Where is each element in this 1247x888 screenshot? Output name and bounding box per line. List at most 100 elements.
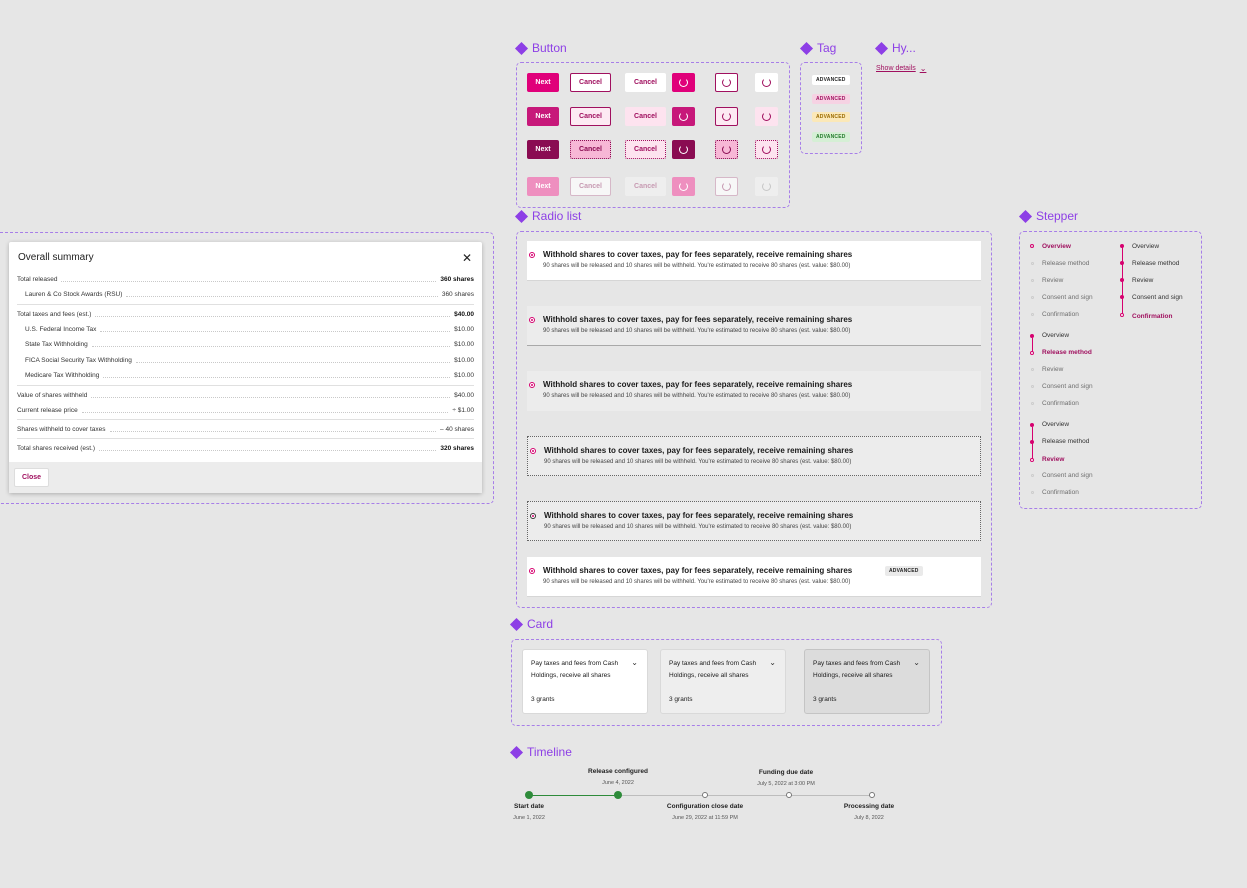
- spinner-icon: [762, 112, 771, 121]
- stepper-section-title: Stepper: [1018, 209, 1078, 223]
- radio-list-section-title: Radio list: [514, 209, 581, 223]
- next-button[interactable]: Next: [527, 73, 559, 92]
- component-icon: [514, 41, 529, 55]
- loading-button-outline[interactable]: [715, 73, 738, 92]
- radio-button-selected[interactable]: [530, 513, 536, 519]
- step-confirmation: Confirmation: [1132, 313, 1173, 320]
- cancel-button-ghost-disabled: Cancel: [625, 177, 666, 196]
- card-pressed[interactable]: Pay taxes and fees from Cash Holdings, r…: [804, 649, 930, 714]
- spinner-icon: [722, 145, 731, 154]
- button-section-title: Button: [514, 41, 567, 55]
- next-button-hover[interactable]: Next: [527, 107, 559, 126]
- timeline-progress: [529, 795, 618, 796]
- cancel-button-ghost[interactable]: Cancel: [625, 73, 666, 92]
- next-button-pressed[interactable]: Next: [527, 140, 559, 159]
- timeline-event-date: June 29, 2022 at 11:59 PM: [672, 815, 738, 821]
- radio-option-hover[interactable]: Withhold shares to cover taxes, pay for …: [527, 306, 981, 346]
- timeline-event-title: Funding due date: [758, 769, 814, 776]
- radio-button-selected[interactable]: [529, 317, 535, 323]
- summary-row: Total released 360 shares: [17, 275, 474, 283]
- card-hover[interactable]: Pay taxes and fees from Cash Holdings, r…: [660, 649, 786, 714]
- chevron-down-icon[interactable]: ⌄: [913, 658, 920, 667]
- step-release-method: Release method: [1042, 260, 1090, 267]
- summary-row: Current release price ÷ $1.00: [17, 406, 474, 414]
- radio-button-selected[interactable]: [529, 252, 535, 258]
- step-indicator: [1031, 279, 1034, 282]
- loading-button-ghost[interactable]: [755, 73, 778, 92]
- step-indicator-done: [1120, 295, 1124, 299]
- radio-option-pressed[interactable]: Withhold shares to cover taxes, pay for …: [527, 371, 981, 411]
- loading-button-pressed[interactable]: [672, 140, 695, 159]
- cancel-button-pressed[interactable]: Cancel: [570, 140, 611, 159]
- spinner-icon: [762, 78, 771, 87]
- cancel-button-hover[interactable]: Cancel: [570, 107, 611, 126]
- chevron-down-icon[interactable]: ⌄: [769, 658, 776, 667]
- chevron-down-icon[interactable]: ⌄: [631, 658, 638, 667]
- divider: [17, 419, 474, 420]
- close-button[interactable]: Close: [14, 468, 49, 487]
- spinner-icon: [679, 112, 688, 121]
- cancel-button-ghost-pressed[interactable]: Cancel: [625, 140, 666, 159]
- spinner-icon: [722, 112, 731, 121]
- radio-option-focused-dark[interactable]: Withhold shares to cover taxes, pay for …: [527, 501, 981, 541]
- close-icon[interactable]: ✕: [462, 251, 472, 265]
- spinner-icon: [722, 78, 731, 87]
- step-indicator-active: [1030, 458, 1034, 462]
- step-review: Review: [1042, 456, 1065, 463]
- step-indicator: [1031, 368, 1034, 371]
- overall-summary-modal: Overall summary ✕ Total released 360 shar…: [9, 242, 482, 493]
- summary-row: Lauren & Co Stock Awards (RSU) 360 shares: [25, 290, 474, 298]
- divider: [17, 438, 474, 439]
- step-indicator-active: [1030, 351, 1034, 355]
- radio-button-selected[interactable]: [530, 448, 536, 454]
- step-indicator-done: [1120, 278, 1124, 282]
- step-consent-and-sign: Consent and sign: [1042, 294, 1093, 301]
- loading-button-ghost-disabled: [755, 177, 778, 196]
- step-release-method: Release method: [1042, 349, 1092, 356]
- radio-button-selected[interactable]: [529, 382, 535, 388]
- step-review: Review: [1132, 277, 1154, 284]
- step-indicator: [1031, 262, 1034, 265]
- loading-button-outline-pressed[interactable]: [715, 140, 738, 159]
- check-icon: [614, 791, 622, 799]
- loading-button-ghost-hover[interactable]: [755, 107, 778, 126]
- cancel-button[interactable]: Cancel: [570, 73, 611, 92]
- show-details-link[interactable]: Show details ⌄: [876, 64, 926, 73]
- step-review: Review: [1042, 277, 1064, 284]
- step-indicator: [1031, 491, 1034, 494]
- tag-brand: ADVANCED: [812, 94, 850, 104]
- spinner-icon: [679, 78, 688, 87]
- cancel-button-ghost-hover[interactable]: Cancel: [625, 107, 666, 126]
- loading-button-outline-disabled: [715, 177, 738, 196]
- loading-button-hover[interactable]: [672, 107, 695, 126]
- loading-button-outline-hover[interactable]: [715, 107, 738, 126]
- tag-warning: ADVANCED: [812, 112, 850, 122]
- advanced-tag: ADVANCED: [885, 566, 923, 576]
- radio-option-with-tag[interactable]: Withhold shares to cover taxes, pay for …: [527, 557, 981, 597]
- loading-button-ghost-pressed[interactable]: [755, 140, 778, 159]
- step-consent-and-sign: Consent and sign: [1132, 294, 1183, 301]
- radio-option-default[interactable]: Withhold shares to cover taxes, pay for …: [527, 241, 981, 281]
- radio-button-selected[interactable]: [529, 568, 535, 574]
- step-indicator: [1031, 385, 1034, 388]
- summary-row: Value of shares withheld $40.00: [17, 391, 474, 399]
- stepper-line: [1032, 338, 1033, 352]
- step-overview: Overview: [1132, 243, 1160, 250]
- card-default[interactable]: Pay taxes and fees from Cash Holdings, r…: [522, 649, 648, 714]
- step-indicator: [1031, 296, 1034, 299]
- component-icon: [509, 617, 524, 631]
- step-indicator-done: [1030, 334, 1034, 338]
- step-indicator: [1031, 474, 1034, 477]
- timeline-event-date: July 5, 2022 at 3:00 PM: [757, 781, 815, 787]
- timeline-event-date: June 4, 2022: [602, 780, 634, 786]
- modal-footer: Close: [9, 462, 482, 493]
- summary-row: U.S. Federal Income Tax $10.00: [25, 325, 474, 333]
- radio-option-focused[interactable]: Withhold shares to cover taxes, pay for …: [527, 436, 981, 476]
- tag-default: ADVANCED: [812, 75, 850, 85]
- next-button-disabled: Next: [527, 177, 559, 196]
- summary-row: Total taxes and fees (est.) $40.00: [17, 310, 474, 318]
- loading-button[interactable]: [672, 73, 695, 92]
- step-confirmation: Confirmation: [1042, 489, 1079, 496]
- tag-section-title: Tag: [799, 41, 836, 55]
- check-icon: [525, 791, 533, 799]
